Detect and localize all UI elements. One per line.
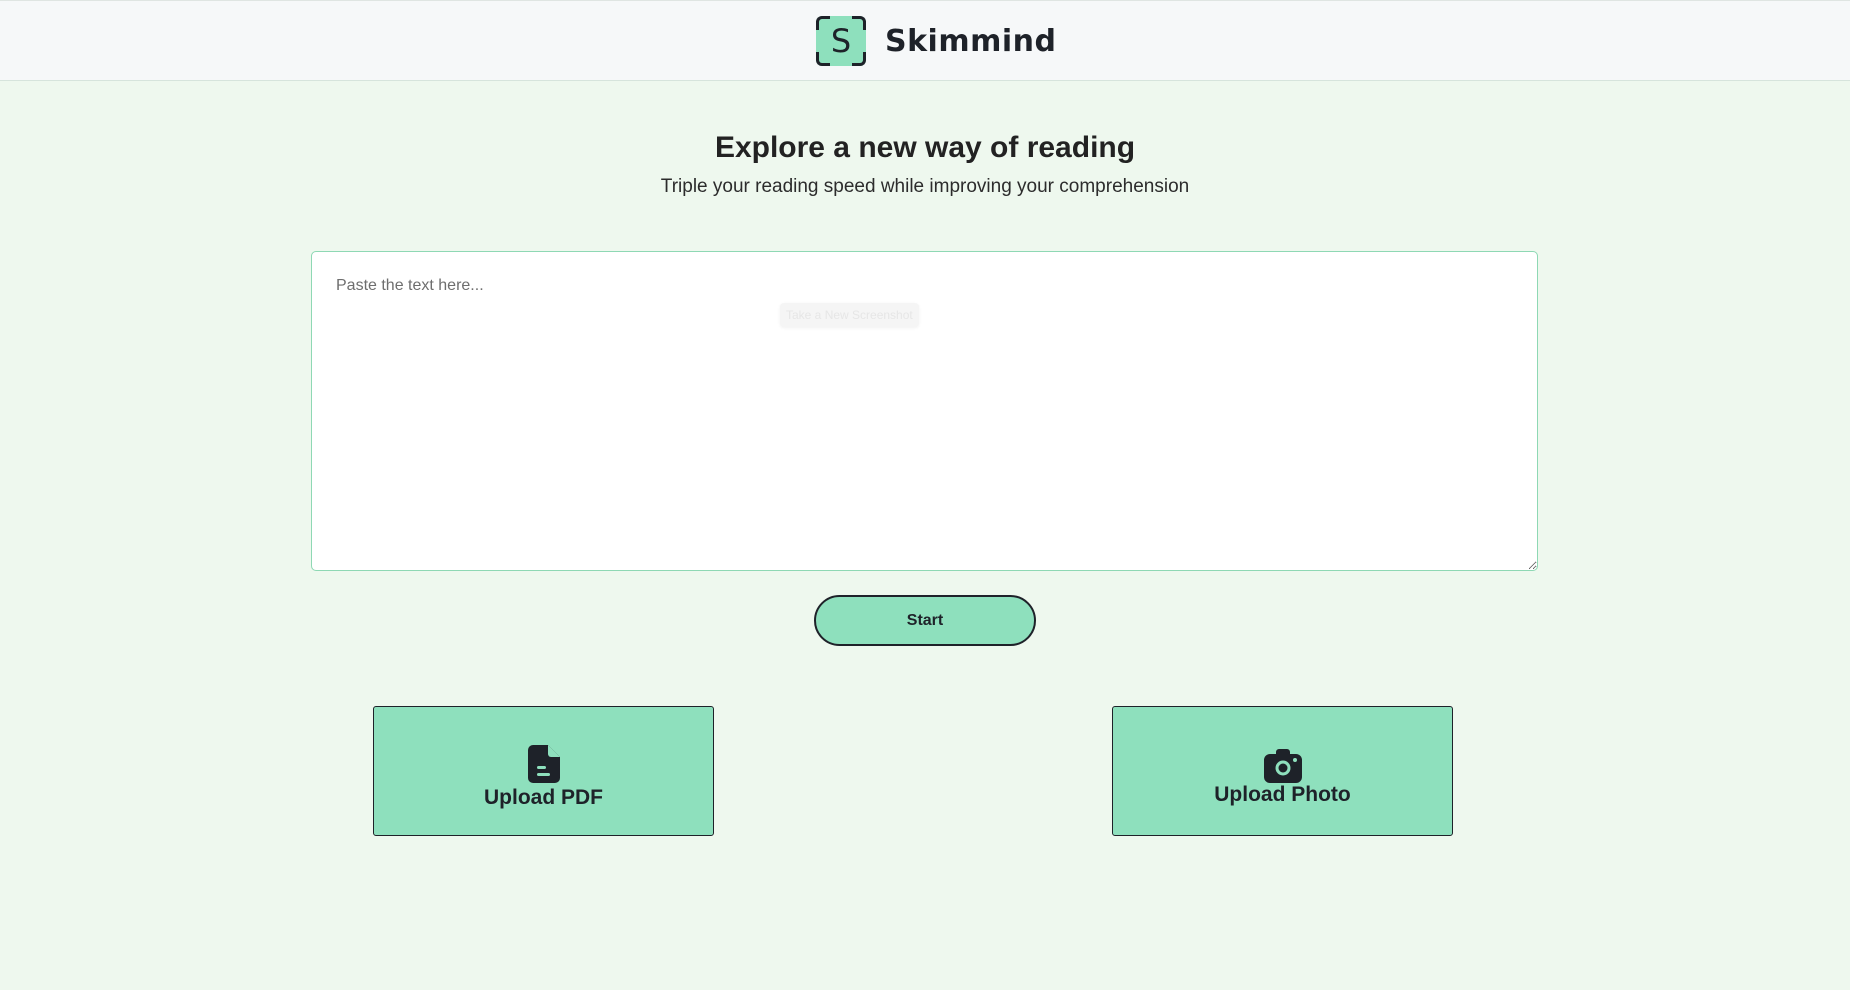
page-title: Explore a new way of reading (714, 131, 1136, 164)
upload-pdf-label: Upload PDF (484, 786, 603, 809)
file-icon (527, 745, 560, 783)
page-subtitle: Triple your reading speed while improvin… (660, 176, 1190, 197)
upload-pdf-button[interactable]: Upload PDF (373, 706, 714, 836)
upload-photo-button[interactable]: Upload Photo (1112, 706, 1453, 836)
text-input[interactable] (311, 251, 1538, 571)
logo-letter: S (830, 22, 852, 60)
start-button[interactable]: Start (814, 595, 1036, 646)
brand[interactable]: S Skimmind (816, 16, 1056, 66)
top-header: S Skimmind (0, 0, 1850, 81)
brand-name: Skimmind (885, 23, 1057, 59)
camera-icon (1263, 749, 1302, 783)
logo: S (816, 16, 866, 66)
upload-photo-label: Upload Photo (1214, 783, 1351, 806)
screenshot-tooltip: Take a New Screenshot (780, 303, 919, 327)
